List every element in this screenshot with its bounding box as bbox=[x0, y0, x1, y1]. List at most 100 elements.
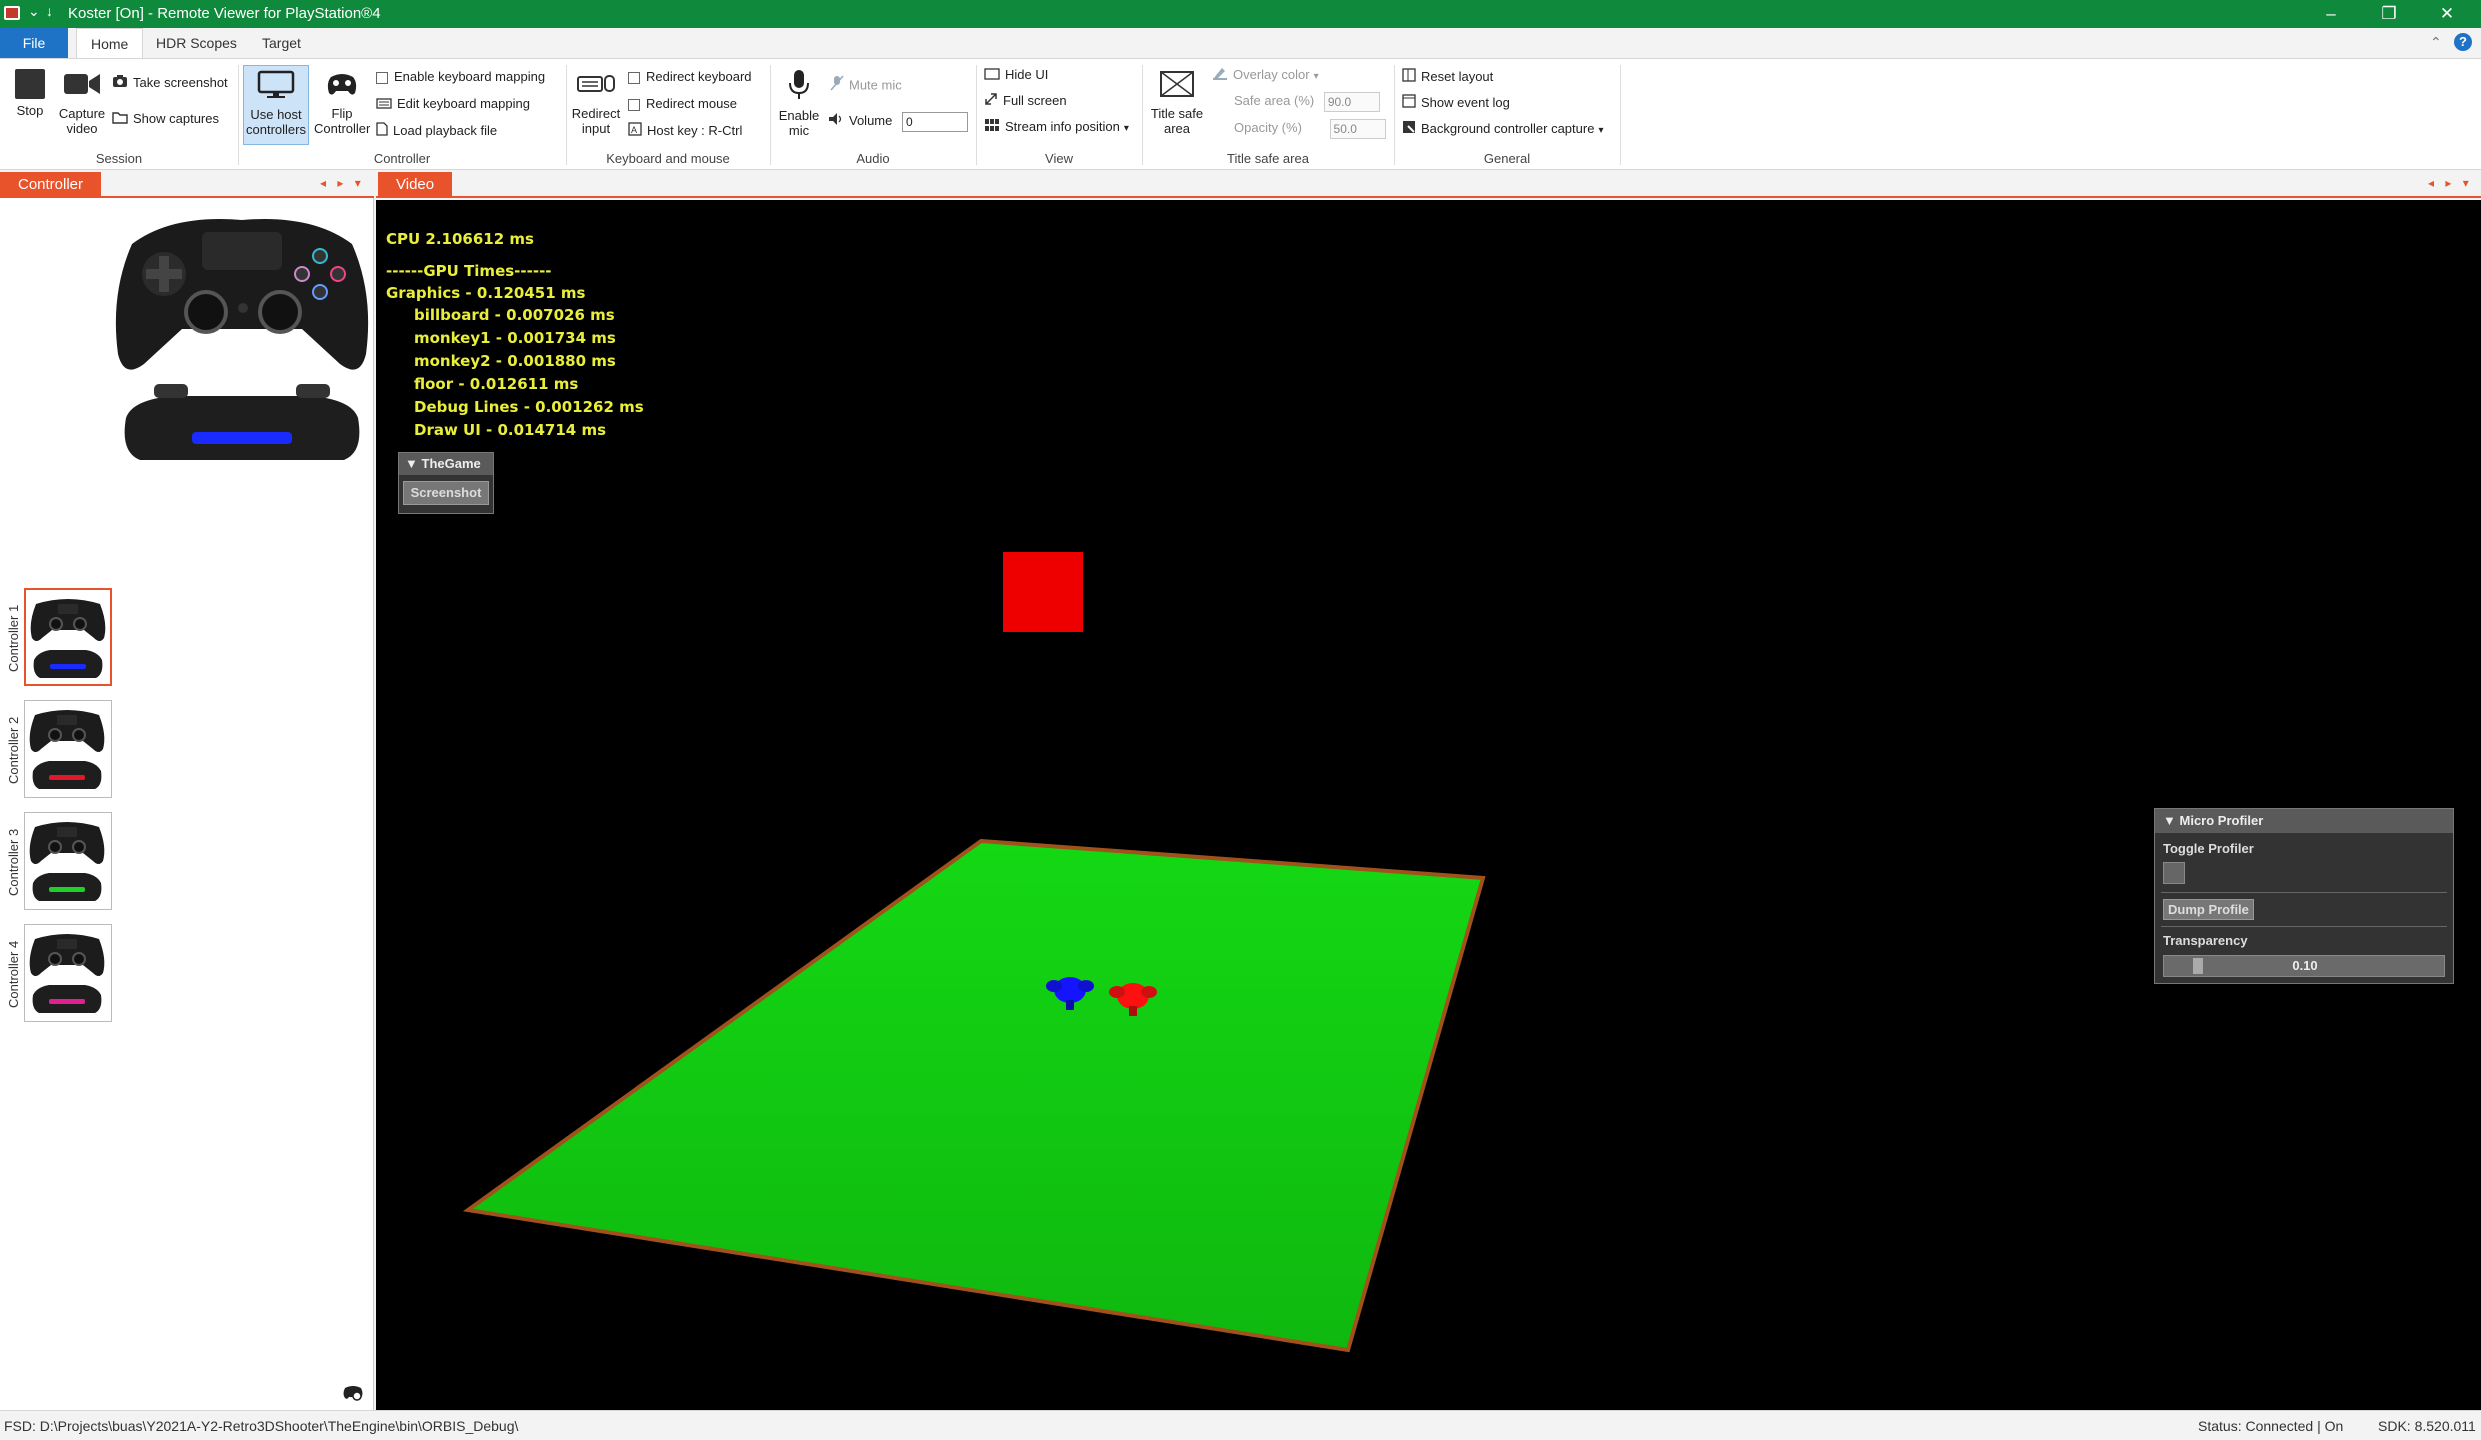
gamepad-icon bbox=[29, 934, 105, 1013]
stream-info-position-label: Stream info position bbox=[1005, 119, 1120, 134]
minimize-icon[interactable]: – bbox=[2302, 0, 2360, 28]
stop-label: Stop bbox=[16, 103, 44, 118]
gpu-times-list: billboard - 0.007026 ms monkey1 - 0.00173… bbox=[414, 306, 644, 444]
ribbon-separator bbox=[770, 65, 771, 165]
tab-hdr-scopes[interactable]: HDR Scopes bbox=[142, 28, 251, 58]
gamepad-icon bbox=[29, 710, 105, 789]
stop-button[interactable]: Stop bbox=[12, 69, 48, 118]
controller-slot-1[interactable] bbox=[24, 588, 112, 686]
redirect-mouse-label: Redirect mouse bbox=[646, 96, 738, 111]
mute-mic-button[interactable]: Mute mic bbox=[830, 75, 902, 95]
gamepad-icon bbox=[30, 599, 106, 678]
green-floor bbox=[462, 838, 1486, 1353]
show-captures-label: Show captures bbox=[133, 111, 219, 126]
collapse-ribbon-icon[interactable]: ⌃ bbox=[2430, 34, 2442, 51]
reset-layout-button[interactable]: Reset layout bbox=[1402, 67, 1493, 87]
checkbox-icon bbox=[376, 71, 388, 84]
gamepad-flip-icon bbox=[327, 74, 357, 95]
fsd-path: FSD: D:\Projects\buas\Y2021A-Y2-Retro3DS… bbox=[4, 1418, 519, 1434]
background-controller-capture-dropdown[interactable]: Background controller capture ▾ bbox=[1402, 119, 1603, 139]
opacity-input[interactable]: 50.0 bbox=[1329, 118, 1386, 139]
controller-slot-4[interactable] bbox=[24, 924, 112, 1022]
host-key-button[interactable]: A Host key : R-Ctrl bbox=[628, 121, 742, 141]
capture-video-label: Capture video bbox=[58, 106, 106, 136]
show-event-log-button[interactable]: Show event log bbox=[1402, 93, 1510, 113]
quick-access-menu-icon[interactable]: ⌄ bbox=[28, 3, 40, 20]
tab-home[interactable]: Home bbox=[76, 28, 144, 58]
edit-keyboard-mapping-label: Edit keyboard mapping bbox=[397, 96, 530, 111]
sdk-version: SDK: 8.520.011 bbox=[2378, 1418, 2476, 1434]
gamepad-front-icon bbox=[115, 219, 369, 370]
hide-ui-button[interactable]: Hide UI bbox=[984, 65, 1048, 85]
microphone-icon bbox=[789, 70, 809, 99]
restore-icon[interactable]: ❐ bbox=[2360, 0, 2418, 28]
group-label-general: General bbox=[1483, 151, 1531, 166]
overlay-color-dropdown[interactable]: Overlay color ▾ bbox=[1212, 65, 1319, 85]
group-label-keyboard-mouse: Keyboard and mouse bbox=[606, 151, 730, 166]
tab-video[interactable]: Video bbox=[378, 172, 453, 198]
svg-text:A: A bbox=[631, 125, 637, 135]
full-screen-label: Full screen bbox=[1003, 93, 1067, 108]
status-bar: FSD: D:\Projects\buas\Y2021A-Y2-Retro3DS… bbox=[0, 1410, 2481, 1440]
capture-icon bbox=[1402, 120, 1416, 140]
screenshot-button[interactable]: Screenshot bbox=[403, 481, 489, 505]
redirect-input-button[interactable]: Redirect input bbox=[570, 69, 622, 136]
mute-mic-icon bbox=[830, 75, 844, 97]
tab-target[interactable]: Target bbox=[248, 28, 315, 58]
connection-status: Status: Connected | On bbox=[2198, 1418, 2344, 1434]
micro-profiler-window: ▼ Micro Profiler Toggle Profiler Dump Pr… bbox=[2154, 808, 2454, 984]
mute-mic-label: Mute mic bbox=[849, 77, 902, 93]
capture-video-button[interactable]: Capture video bbox=[56, 69, 108, 136]
opacity-field: Opacity (%) 50.0 bbox=[1234, 118, 1386, 139]
tab-controller[interactable]: Controller bbox=[0, 172, 102, 198]
enable-mic-button[interactable]: Enable mic bbox=[776, 69, 822, 138]
overlay-color-label: Overlay color bbox=[1233, 67, 1310, 82]
divider bbox=[2161, 926, 2447, 927]
enable-keyboard-mapping-checkbox[interactable]: Enable keyboard mapping bbox=[376, 67, 545, 87]
panel-nav-icons[interactable]: ◂ ▸ ▾ bbox=[320, 176, 365, 190]
toggle-profiler-label: Toggle Profiler bbox=[2163, 841, 2254, 856]
title-safe-area-button[interactable]: Title safe area bbox=[1148, 69, 1206, 136]
edit-keyboard-mapping-button[interactable]: Edit keyboard mapping bbox=[376, 94, 530, 114]
redirect-mouse-checkbox[interactable]: Redirect mouse bbox=[628, 94, 737, 114]
show-captures-button[interactable]: Show captures bbox=[112, 109, 219, 129]
use-host-controllers-button[interactable]: Use host controllers bbox=[243, 65, 309, 145]
ribbon-separator bbox=[976, 65, 977, 165]
micro-profiler-header[interactable]: ▼ Micro Profiler bbox=[2155, 809, 2453, 833]
ribbon-separator bbox=[1142, 65, 1143, 165]
tab-file[interactable]: File bbox=[0, 28, 68, 58]
stream-info-position-dropdown[interactable]: Stream info position ▾ bbox=[984, 117, 1129, 137]
panel-nav-icons[interactable]: ◂ ▸ ▾ bbox=[2428, 176, 2473, 190]
safe-area-input[interactable]: 90.0 bbox=[1323, 91, 1380, 112]
controller-slot-3[interactable] bbox=[24, 812, 112, 910]
flip-controller-button[interactable]: Flip Controller bbox=[314, 69, 370, 136]
volume-input[interactable]: 0 bbox=[902, 111, 968, 132]
video-stream[interactable]: CPU 2.106612 ms ------GPU Times------ Gr… bbox=[376, 200, 2481, 1410]
quick-access-down-icon[interactable]: ↓ bbox=[46, 3, 53, 19]
group-label-view: View bbox=[1045, 151, 1073, 166]
close-icon[interactable]: ✕ bbox=[2418, 0, 2476, 28]
edit-keyboard-icon bbox=[376, 95, 392, 115]
load-playback-file-label: Load playback file bbox=[393, 123, 498, 138]
safe-area-field: Safe area (%) 90.0 bbox=[1234, 91, 1380, 112]
toggle-profiler-checkbox[interactable] bbox=[2163, 862, 2185, 884]
take-screenshot-button[interactable]: Take screenshot bbox=[112, 73, 228, 93]
opacity-label: Opacity (%) bbox=[1234, 120, 1302, 135]
load-playback-file-button[interactable]: Load playback file bbox=[376, 121, 497, 141]
volume-label: Volume bbox=[849, 113, 893, 128]
ribbon-separator bbox=[566, 65, 567, 165]
dump-profile-button[interactable]: Dump Profile bbox=[2163, 899, 2254, 920]
controller-settings-icon[interactable] bbox=[342, 1382, 364, 1405]
thegame-window-header[interactable]: ▼ TheGame bbox=[399, 453, 493, 475]
full-screen-button[interactable]: Full screen bbox=[984, 91, 1067, 111]
enable-keyboard-mapping-label: Enable keyboard mapping bbox=[394, 69, 546, 84]
controller-slot-2[interactable] bbox=[24, 700, 112, 798]
speaker-icon bbox=[828, 112, 844, 132]
file-icon bbox=[376, 121, 388, 142]
redirect-keyboard-checkbox[interactable]: Redirect keyboard bbox=[628, 67, 752, 87]
flip-controller-label: Flip Controller bbox=[314, 106, 371, 136]
transparency-slider[interactable]: 0.10 bbox=[2163, 955, 2445, 977]
hide-ui-label: Hide UI bbox=[1005, 67, 1049, 82]
video-camera-icon bbox=[64, 74, 100, 94]
help-icon[interactable]: ? bbox=[2454, 33, 2472, 51]
